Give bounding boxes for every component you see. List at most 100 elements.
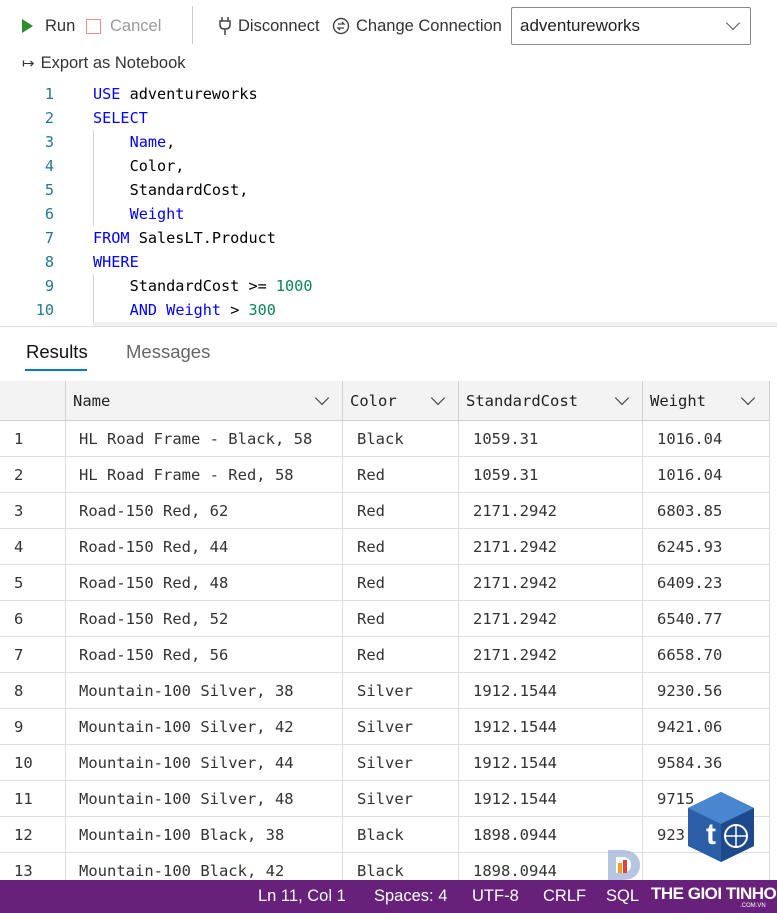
code-line[interactable]: 4 Color, (0, 154, 777, 178)
row-number[interactable]: 4 (14, 529, 23, 565)
export-notebook-button[interactable]: ↦ Export as Notebook (22, 51, 186, 75)
cell-name[interactable]: HL Road Frame - Red, 58 (79, 457, 294, 493)
cell-weight[interactable]: 6658.70 (657, 637, 722, 673)
table-row[interactable]: 4 Road-150 Red, 44 Red 2171.2942 6245.93 (0, 529, 770, 565)
cell-standardcost[interactable]: 1059.31 (473, 421, 538, 457)
disconnect-button[interactable]: Disconnect (218, 14, 320, 38)
table-row[interactable]: 1 HL Road Frame - Black, 58 Black 1059.31 10… (0, 421, 770, 457)
cell-standardcost[interactable]: 2171.2942 (473, 493, 557, 529)
column-header-weight[interactable]: Weight (642, 381, 770, 421)
cell-color[interactable]: Black (357, 817, 404, 853)
code-line[interactable]: 8 WHERE (0, 250, 777, 274)
chevron-down-icon[interactable] (614, 390, 630, 406)
cell-weight[interactable]: 6409.23 (657, 565, 722, 601)
code-line[interactable]: 1 USE adventureworks (0, 82, 777, 106)
cell-weight[interactable]: 6803.85 (657, 493, 722, 529)
cell-standardcost[interactable]: 1912.1544 (473, 673, 557, 709)
cell-weight[interactable]: 6245.93 (657, 529, 722, 565)
cell-weight[interactable]: 923 (657, 817, 685, 853)
row-number[interactable]: 7 (14, 637, 23, 673)
table-row[interactable]: 6 Road-150 Red, 52 Red 2171.2942 6540.77 (0, 601, 770, 637)
cell-standardcost[interactable]: 2171.2942 (473, 529, 557, 565)
cell-name[interactable]: Road-150 Red, 48 (79, 565, 228, 601)
cancel-button[interactable]: Cancel (86, 14, 161, 38)
cell-name[interactable]: Mountain-100 Silver, 38 (79, 673, 294, 709)
cell-standardcost[interactable]: 2171.2942 (473, 637, 557, 673)
code-line[interactable]: 7 FROM SalesLT.Product (0, 226, 777, 250)
cell-color[interactable]: Red (357, 565, 385, 601)
code-line[interactable]: 3 Name, (0, 130, 777, 154)
cell-name[interactable]: Mountain-100 Silver, 44 (79, 745, 294, 781)
row-number[interactable]: 5 (14, 565, 23, 601)
row-number[interactable]: 3 (14, 493, 23, 529)
cell-name[interactable]: HL Road Frame - Black, 58 (79, 421, 312, 457)
cell-weight[interactable]: 6540.77 (657, 601, 722, 637)
chevron-down-icon[interactable] (430, 390, 446, 406)
cell-standardcost[interactable]: 1912.1544 (473, 745, 557, 781)
code-line[interactable]: 10 AND Weight > 300 (0, 298, 777, 322)
cell-name[interactable]: Road-150 Red, 56 (79, 637, 228, 673)
chevron-down-icon[interactable] (740, 390, 756, 406)
row-number[interactable]: 1 (14, 421, 23, 457)
table-row[interactable]: 7 Road-150 Red, 56 Red 2171.2942 6658.70 (0, 637, 770, 673)
table-row[interactable]: 3 Road-150 Red, 62 Red 2171.2942 6803.85 (0, 493, 770, 529)
row-number[interactable]: 12 (14, 817, 33, 853)
sql-editor[interactable]: 1 USE adventureworks 2 SELECT 3 Name, 4 Color… (0, 82, 777, 325)
row-number[interactable]: 6 (14, 601, 23, 637)
indentation-status[interactable]: Spaces: 4 (374, 887, 447, 906)
code-line[interactable]: 9 StandardCost >= 1000 (0, 274, 777, 298)
cursor-position[interactable]: Ln 11, Col 1 (258, 887, 346, 906)
cell-weight[interactable]: 9230.56 (657, 673, 722, 709)
cell-name[interactable]: Road-150 Red, 52 (79, 601, 228, 637)
row-number[interactable]: 8 (14, 673, 23, 709)
cell-standardcost[interactable]: 2171.2942 (473, 601, 557, 637)
cell-color[interactable]: Silver (357, 709, 413, 745)
encoding-status[interactable]: UTF-8 (472, 887, 519, 906)
tab-messages[interactable]: Messages (126, 341, 210, 363)
cell-name[interactable]: Road-150 Red, 62 (79, 493, 228, 529)
cell-standardcost[interactable]: 1059.31 (473, 457, 538, 493)
cell-weight[interactable]: 1016.04 (657, 457, 722, 493)
cell-name[interactable]: Road-150 Red, 44 (79, 529, 228, 565)
table-row[interactable]: 12 Mountain-100 Black, 38 Black 1898.0944 92… (0, 817, 770, 853)
cell-standardcost[interactable]: 2171.2942 (473, 565, 557, 601)
row-number[interactable]: 10 (14, 745, 33, 781)
cell-standardcost[interactable]: 1912.1544 (473, 781, 557, 817)
run-button[interactable]: Run (22, 14, 75, 38)
table-row[interactable]: 5 Road-150 Red, 48 Red 2171.2942 6409.23 (0, 565, 770, 601)
table-row[interactable]: 9 Mountain-100 Silver, 42 Silver 1912.1544 9… (0, 709, 770, 745)
pane-divider[interactable] (0, 326, 777, 327)
table-row[interactable]: 11 Mountain-100 Silver, 48 Silver 1912.1544… (0, 781, 770, 817)
table-row[interactable]: 10 Mountain-100 Silver, 44 Silver 1912.1544… (0, 745, 770, 781)
cell-color[interactable]: Red (357, 601, 385, 637)
cell-color[interactable]: Red (357, 493, 385, 529)
database-select[interactable]: adventureworks (511, 7, 751, 45)
code-line[interactable]: 6 Weight (0, 202, 777, 226)
cell-weight[interactable]: 9584.36 (657, 745, 722, 781)
cell-name[interactable]: Mountain-100 Silver, 48 (79, 781, 294, 817)
cell-color[interactable]: Red (357, 637, 385, 673)
cell-standardcost[interactable]: 1912.1544 (473, 709, 557, 745)
cell-color[interactable]: Silver (357, 673, 413, 709)
cell-color[interactable]: Red (357, 457, 385, 493)
language-mode[interactable]: SQL (606, 887, 639, 906)
column-header-standardcost[interactable]: StandardCost (458, 381, 643, 421)
row-number[interactable]: 2 (14, 457, 23, 493)
code-line[interactable]: 2 SELECT (0, 106, 777, 130)
table-row[interactable]: 8 Mountain-100 Silver, 38 Silver 1912.1544 9… (0, 673, 770, 709)
eol-status[interactable]: CRLF (543, 887, 586, 906)
cell-color[interactable]: Silver (357, 745, 413, 781)
tab-results[interactable]: Results (26, 341, 88, 363)
row-number[interactable]: 9 (14, 709, 23, 745)
cell-color[interactable]: Red (357, 529, 385, 565)
cell-color[interactable]: Silver (357, 781, 413, 817)
row-number[interactable]: 11 (14, 781, 33, 817)
cell-color[interactable]: Black (357, 421, 404, 457)
chevron-down-icon[interactable] (314, 390, 330, 406)
cell-weight[interactable]: 1016.04 (657, 421, 722, 457)
table-row[interactable]: 2 HL Road Frame - Red, 58 Red 1059.31 1016.0… (0, 457, 770, 493)
change-connection-button[interactable]: Change Connection (332, 14, 502, 38)
cell-name[interactable]: Mountain-100 Silver, 42 (79, 709, 294, 745)
column-header-color[interactable]: Color (342, 381, 459, 421)
cell-name[interactable]: Mountain-100 Black, 38 (79, 817, 284, 853)
